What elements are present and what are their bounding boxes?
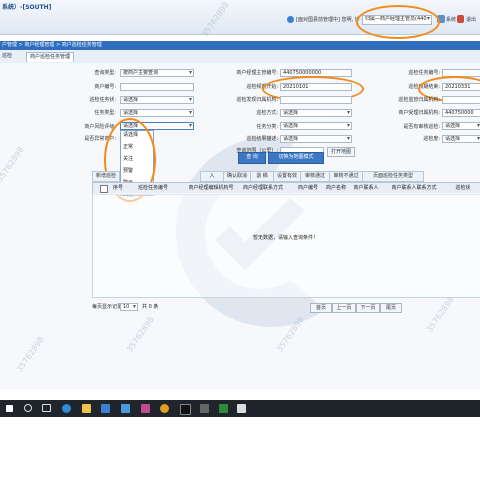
- grid-tab-import[interactable]: 入: [200, 171, 224, 182]
- last-page-button[interactable]: 尾页: [380, 303, 402, 313]
- col-merchant-contact: 商户联系人: [353, 185, 379, 191]
- option-attention[interactable]: 关注: [121, 155, 153, 167]
- excel-icon[interactable]: [219, 404, 228, 413]
- option-select[interactable]: 请选择: [121, 131, 153, 143]
- option-normal[interactable]: 正常: [121, 143, 153, 155]
- label-task-no: 巡检任务编号:: [408, 70, 440, 76]
- grid-body: 暂无数据，请输入查询条件！: [92, 193, 480, 298]
- tab-bar: 巡检 商户巡检任务管理: [0, 50, 480, 64]
- user-icon: [287, 16, 294, 23]
- label-inspect-degree: 巡检度:: [423, 136, 440, 142]
- manager-no-input[interactable]: 440750000000: [280, 69, 352, 77]
- inspect-org-input[interactable]: [280, 96, 352, 104]
- empty-message: 暂无数据，请输入查询条件！: [253, 235, 319, 241]
- tab-inspection-task[interactable]: 商户巡检任务管理: [26, 52, 75, 62]
- media-icon[interactable]: [200, 404, 209, 413]
- result-desc-select[interactable]: 请选择: [280, 135, 352, 143]
- select-all-checkbox[interactable]: [100, 185, 108, 193]
- switch-map-button[interactable]: 切换为地图模式: [268, 152, 324, 164]
- label-task-type: 任务类型:: [94, 110, 116, 116]
- prev-page-button[interactable]: 上一页: [332, 303, 356, 313]
- col-task-no: 巡检任务编号: [137, 185, 168, 191]
- window-icon[interactable]: [237, 404, 246, 413]
- grid-tab-task-type[interactable]: 页面巡检任务类型: [362, 171, 424, 182]
- merchant-no-input[interactable]: [120, 83, 194, 91]
- col-index: 序号: [112, 185, 123, 191]
- next-page-button[interactable]: 下一页: [356, 303, 380, 313]
- label-risk-rating: 商户风险评级:: [84, 124, 116, 130]
- page-size-label: 每页显示记录: [92, 304, 123, 310]
- grid-tab-add[interactable]: 新增巡检: [92, 171, 120, 182]
- task-type-select[interactable]: 请选择: [120, 109, 194, 117]
- breadcrumb: 户管理 > 商户经理管理 > 商户巡检任务管理: [2, 42, 102, 48]
- inspect-method-select[interactable]: 请选择: [280, 109, 352, 117]
- col-contact-phone: 商户联系人联系方式: [391, 185, 437, 191]
- period-end-input[interactable]: 20210331: [442, 83, 480, 91]
- accept-org-input[interactable]: 440750000: [442, 109, 480, 117]
- supervise-org-input[interactable]: [442, 96, 480, 104]
- taskbar: [0, 400, 480, 417]
- task-status-select[interactable]: 请选择: [120, 96, 194, 104]
- home-icon[interactable]: [437, 15, 445, 23]
- grid-tab-set-valid[interactable]: 设置有效: [273, 171, 301, 182]
- label-accept-org: 商户受理归属机构:: [398, 110, 440, 116]
- mail-icon[interactable]: [121, 404, 130, 413]
- label-supervise-org: 巡检监管归属机构:: [398, 97, 440, 103]
- logout-icon[interactable]: [457, 15, 464, 23]
- open-map-button[interactable]: 打开地图: [327, 147, 355, 157]
- taskview-icon[interactable]: [42, 404, 51, 412]
- label-merchant-no: 商户编号:: [94, 84, 116, 90]
- terminal-icon[interactable]: [180, 404, 191, 415]
- col-merchant-name: 商户名称: [325, 185, 346, 191]
- label-period-start: 巡检频期开始:: [246, 84, 278, 90]
- edge-icon[interactable]: [62, 404, 71, 413]
- col-manager-contact: 商户经理联系方式: [242, 185, 283, 191]
- grid-tab-reject[interactable]: 审核不通过: [329, 171, 363, 182]
- breadcrumb-bar: 户管理 > 商户经理管理 > 商户巡检任务管理: [0, 41, 480, 50]
- grid-tab-confirm-cancel[interactable]: 确认取消: [223, 171, 251, 182]
- pager: 每页显示记录 10 共 0 条 首页 上一页 下一页 尾页: [92, 302, 480, 314]
- label-task-status: 巡检任务状:: [89, 97, 116, 103]
- link-system[interactable]: 系统: [446, 17, 456, 24]
- store-icon[interactable]: [101, 404, 110, 413]
- role-select[interactable]: 归属—商户经理主管员(440: [362, 15, 432, 25]
- has-review-select[interactable]: 请选择: [442, 122, 480, 130]
- label-inspect-method: 巡检方式:: [256, 110, 278, 116]
- col-status: 巡检状: [455, 185, 471, 191]
- label-inspect-org: 巡检发现归属机构:: [236, 97, 278, 103]
- period-start-input[interactable]: 20210101: [280, 83, 352, 91]
- app-header: 系统）-[SOUTH] [面对国县前管理中] 您明, 许 子为 归属—商户经理主…: [0, 0, 480, 35]
- col-manager-org: 商户经理编辑机构号: [188, 185, 234, 191]
- tab-inspection[interactable]: 巡检: [2, 53, 12, 60]
- label-manager-no: 商户经理主管编号:: [236, 70, 278, 76]
- query-type-select[interactable]: 按商户主要查询: [120, 69, 194, 77]
- task-category-select[interactable]: 请选择: [280, 122, 352, 130]
- inspect-degree-select[interactable]: 请选择: [442, 135, 480, 143]
- label-period-end: 巡检频期结束:: [408, 84, 440, 90]
- folder-icon[interactable]: [82, 404, 91, 413]
- option-warning[interactable]: 预警: [121, 167, 153, 179]
- chrome-icon[interactable]: [160, 404, 169, 413]
- risk-rating-select[interactable]: 请选择: [120, 122, 194, 130]
- link-logout[interactable]: 退出: [466, 17, 476, 24]
- user-info: [面对国县前管理中] 您明, 许 子为: [296, 17, 372, 23]
- first-page-button[interactable]: 首页: [310, 303, 332, 313]
- task-no-input[interactable]: [442, 69, 480, 77]
- record-count: 共 0 条: [142, 304, 159, 310]
- windows-icon[interactable]: [6, 405, 13, 412]
- page-size-select[interactable]: 10: [120, 303, 138, 311]
- label-abnormal-merchant: 是否异常商户:: [84, 136, 116, 142]
- label-has-review: 是否有审核巡检:: [403, 124, 440, 130]
- label-query-type: 查询类型:: [94, 70, 116, 76]
- search-icon[interactable]: [24, 404, 32, 412]
- query-button[interactable]: 查 询: [238, 152, 266, 164]
- grid-tab-approve[interactable]: 审核通过: [300, 171, 330, 182]
- grid-tab-return[interactable]: 退 稿: [250, 171, 274, 182]
- label-task-category: 任务分类:: [256, 124, 278, 130]
- col-merchant-no: 商户编号: [297, 185, 318, 191]
- label-result-desc: 巡检结果描述:: [246, 136, 278, 142]
- app-icon[interactable]: [141, 404, 150, 413]
- app-title: 系统）-[SOUTH]: [2, 4, 52, 11]
